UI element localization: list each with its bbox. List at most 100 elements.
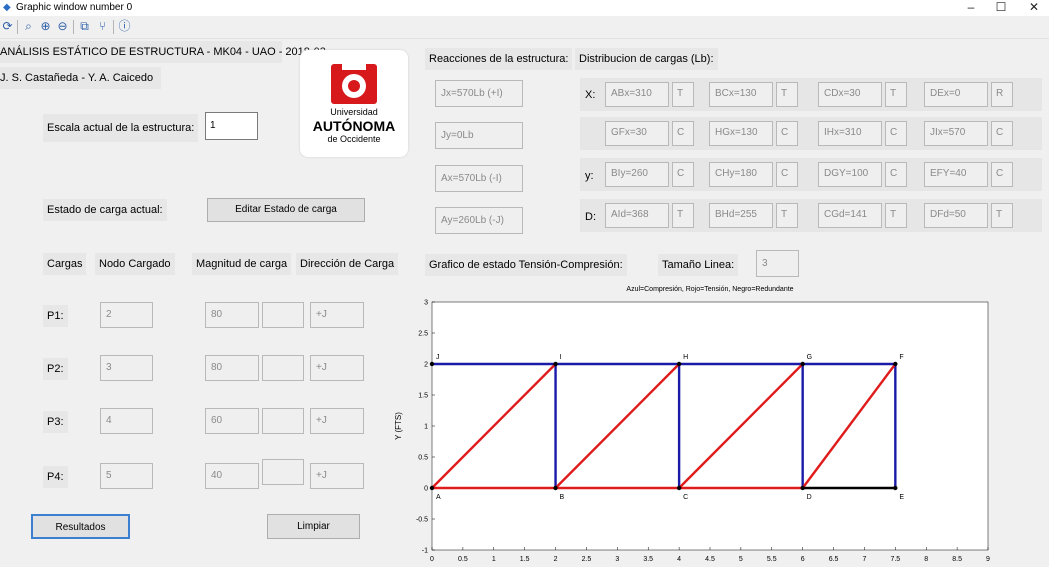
load-node-p1[interactable]: 2 <box>100 302 153 328</box>
member-state-gfx: C <box>672 121 694 146</box>
y-tick-label: 1 <box>424 424 428 431</box>
maximize-button[interactable]: ☐ <box>987 0 1015 16</box>
member-state-aid: T <box>672 203 694 228</box>
node-label: C <box>683 494 688 501</box>
load-magnitude-p2[interactable]: 80 <box>205 355 259 381</box>
node-e <box>893 485 898 491</box>
editor-icon[interactable]: ⑂ <box>95 19 110 34</box>
y-tick-label: 2.5 <box>418 331 428 338</box>
x-tick-label: 2.5 <box>582 556 592 563</box>
load-extra-p4[interactable] <box>262 459 304 485</box>
member-state-chy: C <box>776 162 798 187</box>
load-magnitude-p3[interactable]: 60 <box>205 408 259 434</box>
x-tick-label: 7.5 <box>890 556 900 563</box>
y-tick-label: -0.5 <box>416 517 428 524</box>
node-c <box>676 485 682 491</box>
zoom-in-icon[interactable]: ⊕ <box>38 19 53 34</box>
member-state-cdx: T <box>885 82 907 107</box>
reaction-ay: Ay=260Lb (-J) <box>435 207 523 234</box>
plot-area <box>431 301 989 551</box>
line-size-input[interactable]: 3 <box>756 250 799 277</box>
load-extra-p2[interactable] <box>262 355 304 381</box>
node-label: D <box>807 494 812 501</box>
load-name-p4: P4: <box>43 466 68 488</box>
member-state-efy: C <box>991 162 1013 187</box>
datatip-icon[interactable]: ⧉ <box>77 19 92 34</box>
reactions-label: Reacciones de la estructura: <box>425 48 573 70</box>
node-label: F <box>899 354 903 361</box>
member-force-chy: CHy=180 <box>709 162 773 187</box>
x-tick-label: 0 <box>430 556 434 563</box>
x-tick-label: 0.5 <box>458 556 468 563</box>
member-state-ihx: C <box>885 121 907 146</box>
loaded-node-header: Nodo Cargado <box>95 253 175 275</box>
member-force-dex: DEx=0 <box>924 82 988 107</box>
node-label: E <box>899 494 904 501</box>
member-force-abx: ABx=310 <box>605 82 669 107</box>
y-tick-label: 0.5 <box>418 455 428 462</box>
x-tick-label: 5.5 <box>767 556 777 563</box>
toolbar-separator <box>73 20 74 34</box>
load-magnitude-p4[interactable]: 40 <box>205 463 259 489</box>
y-tick-label: 0 <box>424 486 428 493</box>
member-force-efy: EFY=40 <box>924 162 988 187</box>
load-direction-p3[interactable]: +J <box>310 408 364 434</box>
clear-button[interactable]: Limpiar <box>267 514 360 539</box>
member-state-cgd: T <box>885 203 907 228</box>
load-direction-p1[interactable]: +J <box>310 302 364 328</box>
load-node-p2[interactable]: 3 <box>100 355 153 381</box>
node-label: G <box>807 354 812 361</box>
x-tick-label: 3.5 <box>643 556 653 563</box>
results-button[interactable]: Resultados <box>31 514 130 539</box>
truss-chart: Azul=Compresión, Rojo=Tensión, Negro=Red… <box>395 286 990 563</box>
y-axis-label: Y (FTS) <box>395 412 403 440</box>
node-label: I <box>560 354 562 361</box>
y-tick-label: 1.5 <box>418 393 428 400</box>
scale-input[interactable]: 1 <box>205 112 258 140</box>
reaction-jx: Jx=570Lb (+I) <box>435 80 523 107</box>
rotate-icon[interactable]: ⟳ <box>0 19 15 34</box>
x-tick-label: 2 <box>554 556 558 563</box>
load-magnitude-p1[interactable]: 80 <box>205 302 259 328</box>
member-state-dgy: C <box>885 162 907 187</box>
load-direction-p2[interactable]: +J <box>310 355 364 381</box>
load-node-p4[interactable]: 5 <box>100 463 153 489</box>
logo-line-3: de Occidente <box>327 134 381 144</box>
member-state-bhd: T <box>776 203 798 228</box>
window-title: Graphic window number 0 <box>16 2 133 13</box>
node-d <box>800 485 805 491</box>
loads-header: Cargas <box>43 253 87 275</box>
member-state-dex: R <box>991 82 1013 107</box>
minimize-button[interactable]: – <box>957 0 985 16</box>
university-logo: Universidad AUTÓNOMA de Occidente <box>300 50 408 157</box>
zoom-out-icon[interactable]: ⊖ <box>55 19 70 34</box>
load-extra-p1[interactable] <box>262 302 304 328</box>
close-button[interactable]: ✕ <box>1020 0 1048 16</box>
member-force-bcx: BCx=130 <box>709 82 773 107</box>
member-force-aid: AId=368 <box>605 203 669 228</box>
x-tick-label: 9 <box>986 556 990 563</box>
member-state-hgx: C <box>776 121 798 146</box>
x-tick-label: 7 <box>862 556 866 563</box>
graph-label: Grafico de estado Tensión-Compresión: <box>425 254 627 276</box>
node-b <box>553 485 558 491</box>
y-tick-label: 3 <box>424 300 428 307</box>
member-state-abx: T <box>672 82 694 107</box>
reaction-jy: Jy=0Lb <box>435 122 523 149</box>
zoom-icon[interactable]: ⌕ <box>21 19 36 34</box>
node-label: H <box>683 354 688 361</box>
help-icon[interactable]: ⓘ <box>117 19 132 34</box>
x-tick-label: 6 <box>801 556 805 563</box>
load-name-p3: P3: <box>43 411 68 433</box>
x-tick-label: 8 <box>924 556 928 563</box>
x-tick-label: 1 <box>492 556 496 563</box>
edit-load-state-button[interactable]: Editar Estado de carga <box>207 198 365 222</box>
line-size-label: Tamaño Linea: <box>658 254 739 276</box>
scale-label: Escala actual de la estructura: <box>43 114 199 142</box>
x-tick-label: 6.5 <box>829 556 839 563</box>
load-node-p3[interactable]: 4 <box>100 408 153 434</box>
load-extra-p3[interactable] <box>262 408 304 434</box>
member-force-dfd: DFd=50 <box>924 203 988 228</box>
node-a <box>429 485 435 491</box>
load-direction-p4[interactable]: +J <box>310 463 364 489</box>
